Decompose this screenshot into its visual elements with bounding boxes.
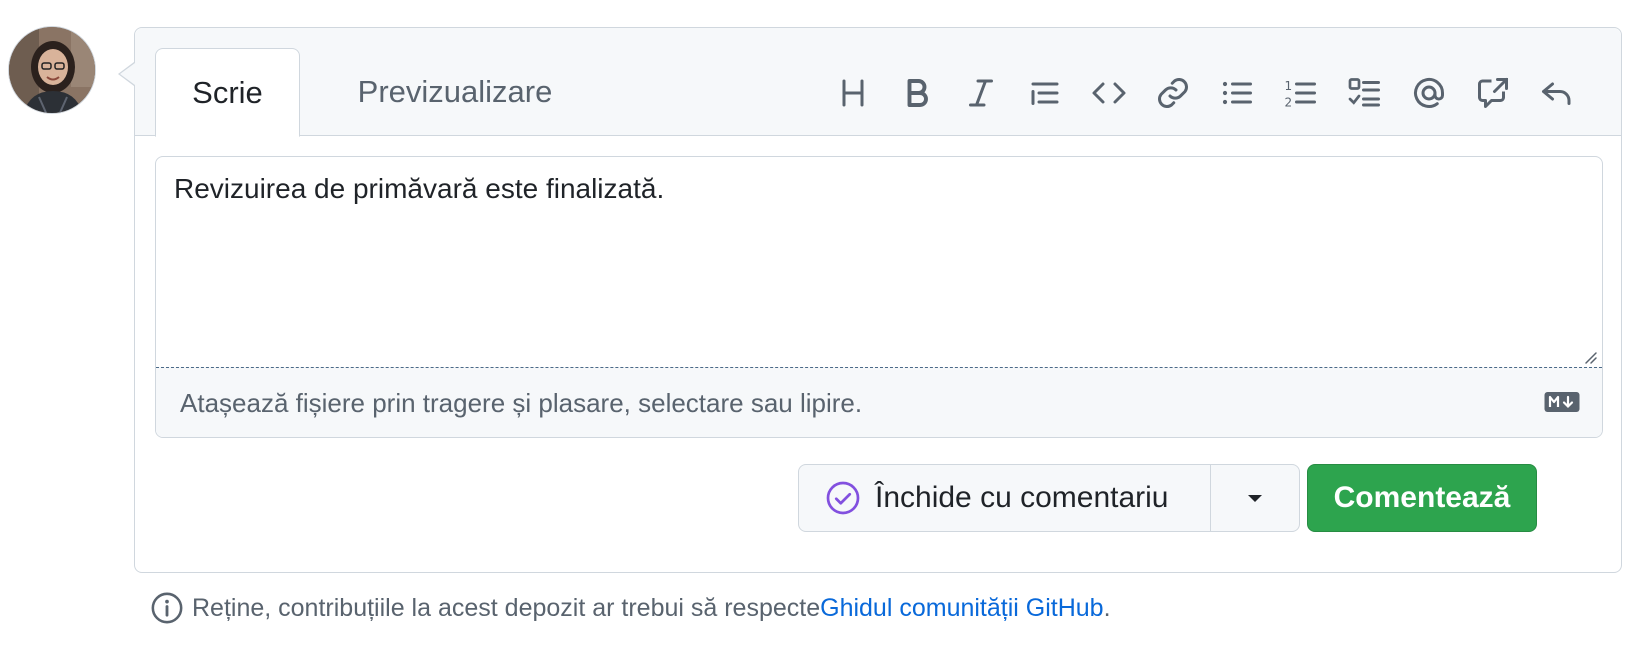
comment-button[interactable]: Comentează	[1307, 464, 1537, 532]
mention-icon[interactable]	[1397, 68, 1461, 118]
attach-files-text: Atașează fișiere prin tragere și plasare…	[180, 388, 863, 418]
heading-icon[interactable]	[821, 68, 885, 118]
check-circle-icon	[825, 480, 861, 516]
avatar[interactable]	[8, 26, 96, 114]
contribution-note-suffix: .	[1103, 593, 1111, 622]
markdown-icon[interactable]	[1544, 390, 1580, 414]
avatar-image	[9, 27, 95, 113]
code-icon[interactable]	[1077, 68, 1141, 118]
close-with-comment-button[interactable]: Închide cu comentariu	[799, 465, 1211, 531]
link-icon[interactable]	[1141, 68, 1205, 118]
contribution-note: Reține, contribuțiile la acest depozit a…	[150, 588, 1111, 628]
caret-down-icon	[1248, 495, 1262, 502]
resize-handle-icon[interactable]	[1580, 347, 1598, 365]
close-issue-button-group: Închide cu comentariu	[798, 464, 1300, 532]
task-list-icon[interactable]	[1333, 68, 1397, 118]
close-options-dropdown[interactable]	[1211, 465, 1299, 531]
close-with-comment-label: Închide cu comentariu	[875, 481, 1169, 514]
tab-preview[interactable]: Previzualizare	[325, 48, 585, 136]
community-guidelines-link[interactable]: Ghidul comunității GitHub	[820, 594, 1103, 623]
tab-header: Scrie Previzualizare 1 2	[135, 28, 1621, 137]
unordered-list-icon[interactable]	[1205, 68, 1269, 118]
attach-files-bar[interactable]: Atașează fișiere prin tragere și plasare…	[156, 367, 1602, 437]
bold-icon[interactable]	[885, 68, 949, 118]
comment-editor[interactable]: Revizuirea de primăvară este finalizată.…	[155, 156, 1603, 438]
comment-box: Scrie Previzualizare 1 2 Revizuirea de p…	[134, 27, 1622, 573]
italic-icon[interactable]	[949, 68, 1013, 118]
cross-reference-icon[interactable]	[1461, 68, 1525, 118]
svg-text:1: 1	[1285, 79, 1293, 93]
comment-pointer-inner	[120, 63, 135, 85]
tab-write[interactable]: Scrie	[155, 48, 300, 137]
formatting-toolbar: 12	[821, 68, 1589, 118]
contribution-note-text: Reține, contribuțiile la acest depozit a…	[192, 593, 821, 622]
quote-icon[interactable]	[1013, 68, 1077, 118]
info-icon	[150, 591, 184, 625]
reply-icon[interactable]	[1525, 68, 1589, 118]
svg-text:2: 2	[1285, 96, 1293, 110]
ordered-list-icon[interactable]: 12	[1269, 68, 1333, 118]
comment-textarea[interactable]: Revizuirea de primăvară este finalizată.	[174, 173, 1554, 343]
